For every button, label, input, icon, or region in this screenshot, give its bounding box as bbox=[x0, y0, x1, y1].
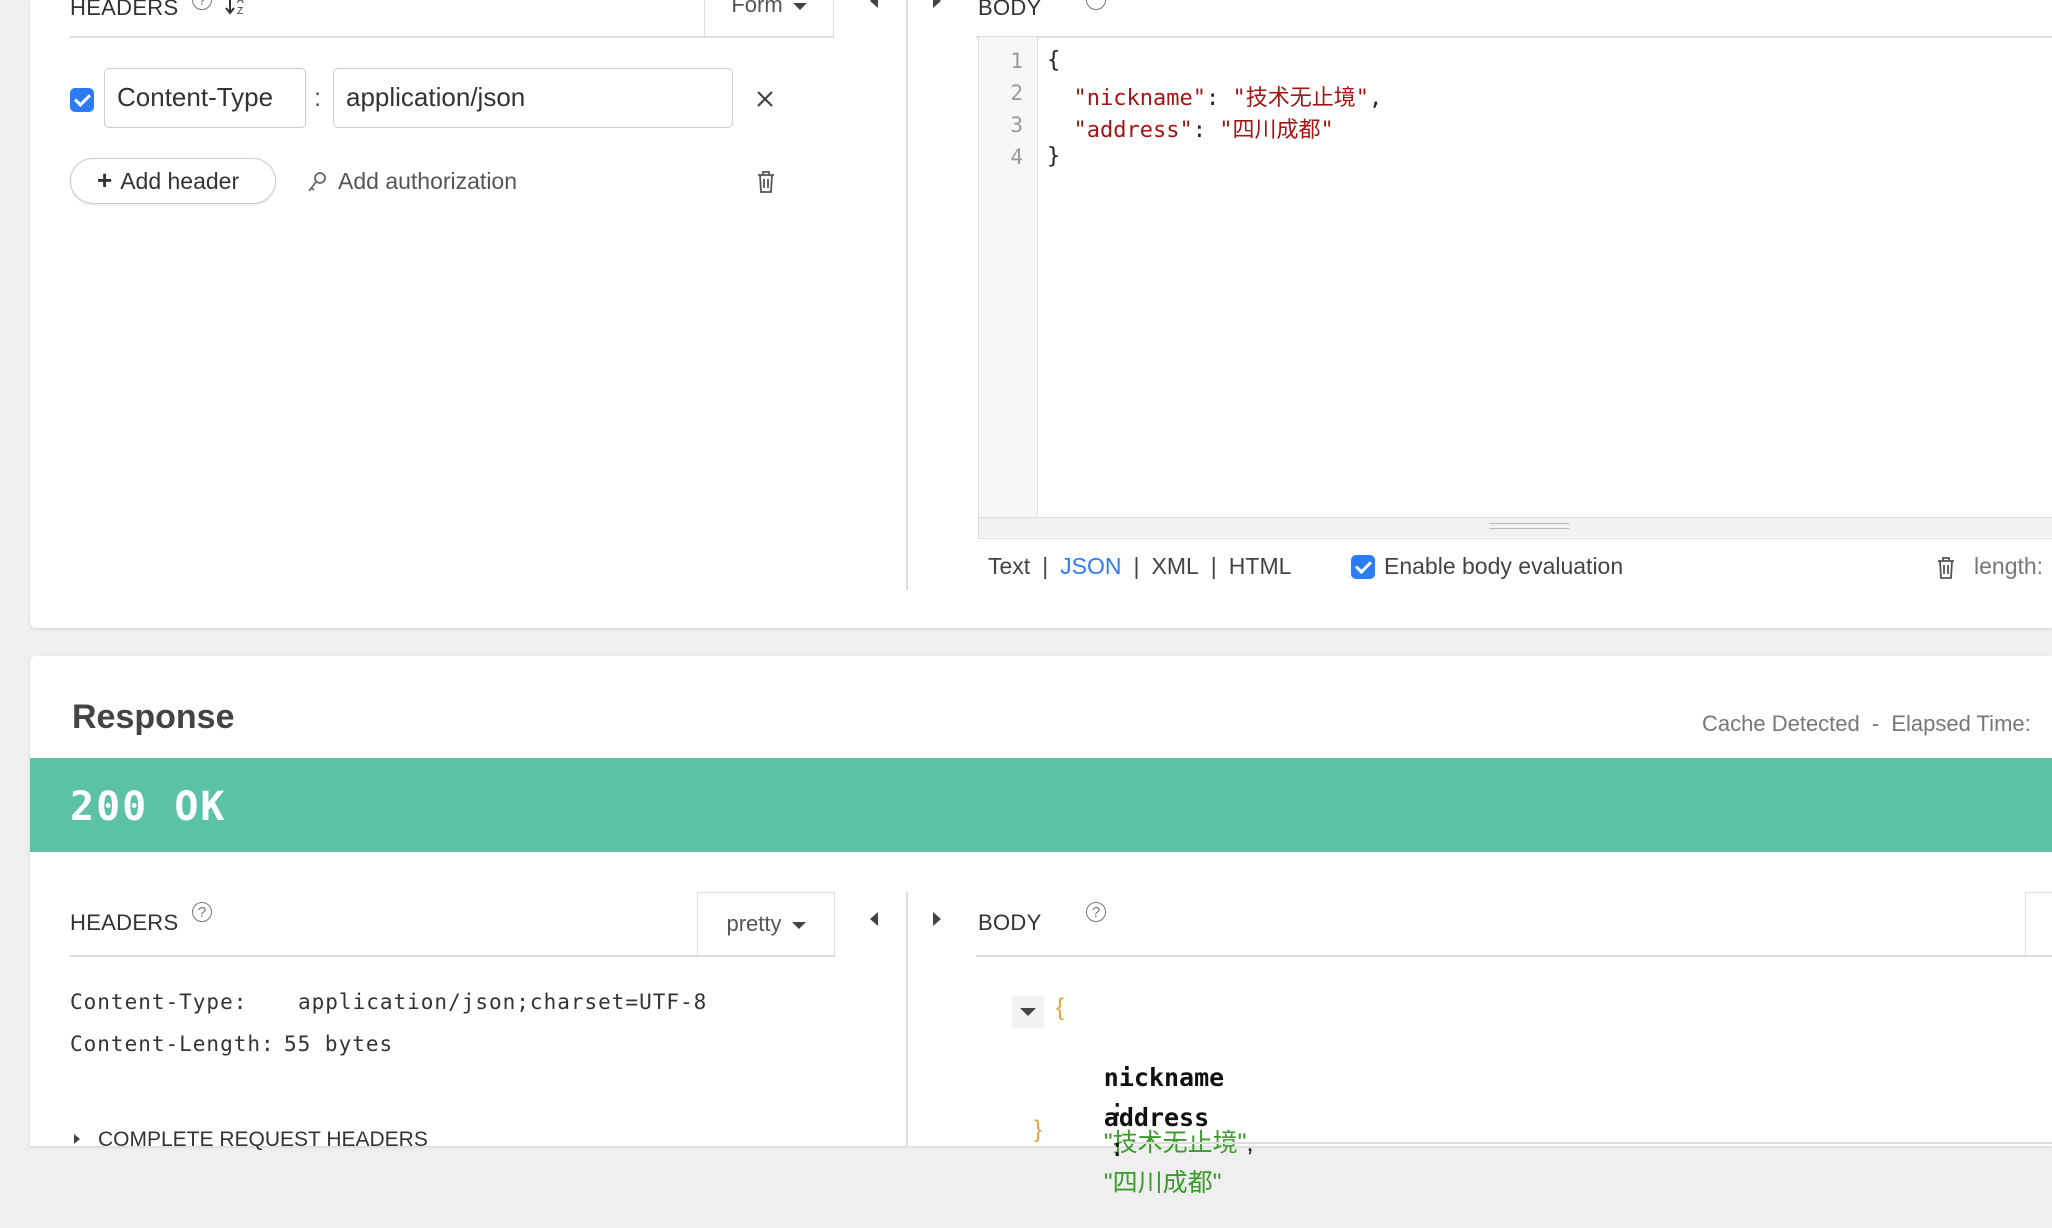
divider bbox=[976, 955, 2052, 957]
json-value: "四川成都" bbox=[1103, 1169, 1222, 1197]
add-authorization-label: Add authorization bbox=[338, 168, 518, 194]
format-xml[interactable]: XML bbox=[1152, 553, 1199, 579]
body-editor[interactable]: 1 2 3 4 { "nickname": "技术无止境", "address"… bbox=[978, 37, 2052, 539]
expand-right-icon[interactable] bbox=[933, 912, 941, 926]
code-line: "nickname": "技术无止境", bbox=[1073, 86, 1383, 111]
sort-az-icon[interactable]: ZA bbox=[224, 0, 250, 18]
resize-handle[interactable] bbox=[1489, 523, 1569, 529]
json-collapse-toggle[interactable] bbox=[1012, 996, 1044, 1028]
request-body-title: BODY bbox=[978, 0, 1042, 20]
json-colon: : bbox=[1109, 1133, 1125, 1162]
add-header-button[interactable]: + Add header bbox=[70, 158, 276, 204]
trash-icon[interactable] bbox=[756, 170, 776, 194]
enable-evaluation-checkbox[interactable] bbox=[1351, 555, 1375, 579]
code-line: } bbox=[1047, 144, 1061, 169]
divider bbox=[70, 36, 834, 38]
response-title: Response bbox=[72, 698, 235, 736]
response-card: Response Cache Detected - Elapsed Time: … bbox=[30, 656, 2052, 1197]
editor-resize-bar[interactable] bbox=[979, 517, 2052, 537]
line-number: 3 bbox=[1010, 113, 1023, 137]
status-bar: 200 OK bbox=[30, 758, 2052, 852]
help-icon[interactable]: ? bbox=[1086, 902, 1106, 922]
trash-icon[interactable] bbox=[1936, 556, 1956, 580]
header-name-field[interactable]: Content-Type bbox=[104, 68, 306, 128]
headers-view-select[interactable]: pretty bbox=[697, 892, 835, 956]
divider bbox=[1130, 1142, 2052, 1144]
headers-mode-select[interactable]: Form bbox=[704, 0, 834, 36]
help-icon[interactable]: ? bbox=[192, 902, 212, 922]
format-text[interactable]: Text bbox=[988, 553, 1030, 579]
header-name: Content-Type: bbox=[70, 990, 248, 1014]
response-header-line: Content-Length: 55 bytes bbox=[70, 1032, 393, 1056]
json-open-brace: { bbox=[1056, 994, 1065, 1021]
header-separator: : bbox=[314, 82, 322, 112]
enable-evaluation-label: Enable body evaluation bbox=[1384, 553, 1624, 579]
json-field: address : "四川成都" bbox=[1076, 1074, 1222, 1228]
add-authorization-button[interactable]: Add authorization bbox=[306, 166, 517, 196]
meta-dash: - bbox=[1871, 711, 1880, 736]
remove-header-icon[interactable] bbox=[754, 88, 776, 110]
response-headers-title: HEADERS bbox=[70, 910, 179, 935]
line-number: 2 bbox=[1010, 81, 1023, 105]
line-number: 4 bbox=[1010, 145, 1023, 169]
cache-detected-label: Cache Detected bbox=[1702, 711, 1860, 736]
request-card: HEADERS ? ZA Form Content-Type : applica… bbox=[30, 0, 2052, 628]
expand-right-icon[interactable] bbox=[933, 0, 941, 8]
headers-mode-label: Form bbox=[731, 0, 783, 17]
complete-request-headers-label: COMPLETE REQUEST HEADERS bbox=[98, 1128, 428, 1151]
response-meta: Cache Detected - Elapsed Time: bbox=[1702, 711, 2031, 737]
body-view-select[interactable] bbox=[2025, 892, 2052, 956]
help-icon[interactable]: ? bbox=[192, 0, 212, 10]
response-body-title: BODY bbox=[978, 910, 1042, 935]
complete-request-headers-toggle[interactable]: COMPLETE REQUEST HEADERS bbox=[74, 1128, 428, 1152]
json-key: address bbox=[1103, 1103, 1210, 1132]
collapse-left-icon[interactable] bbox=[870, 0, 878, 8]
format-json[interactable]: JSON bbox=[1060, 553, 1121, 579]
svg-text:Z: Z bbox=[237, 6, 243, 17]
add-header-label: Add header bbox=[120, 168, 240, 194]
header-value: application/json;charset=UTF-8 bbox=[298, 990, 708, 1014]
chevron-down-icon bbox=[792, 2, 807, 10]
code-line: "address": "四川成都" bbox=[1073, 118, 1334, 143]
elapsed-time-label: Elapsed Time: bbox=[1891, 711, 2031, 736]
svg-text:A: A bbox=[237, 0, 244, 6]
panel-divider bbox=[906, 892, 908, 1146]
header-value-field[interactable]: application/json bbox=[333, 68, 733, 128]
divider bbox=[70, 955, 835, 957]
format-bar: Text | JSON | XML | HTML bbox=[988, 553, 1292, 579]
header-name: Content-Length: bbox=[70, 1032, 275, 1056]
json-close-brace: } bbox=[1034, 1116, 1043, 1143]
expand-right-icon bbox=[74, 1134, 80, 1144]
header-enabled-checkbox[interactable] bbox=[70, 88, 94, 112]
request-headers-title: HEADERS bbox=[70, 0, 179, 20]
line-number: 1 bbox=[1010, 49, 1023, 73]
header-value: 55 bytes bbox=[284, 1032, 394, 1056]
format-html[interactable]: HTML bbox=[1229, 553, 1292, 579]
panel-divider bbox=[906, 0, 908, 590]
body-length: length: bbox=[1974, 553, 2044, 579]
response-header-line: Content-Type: application/json;charset=UT… bbox=[70, 990, 707, 1014]
code-line: { bbox=[1047, 48, 1061, 73]
headers-view-label: pretty bbox=[726, 911, 782, 936]
status-text: 200 OK bbox=[70, 784, 227, 830]
line-number-gutter bbox=[979, 37, 1038, 517]
chevron-down-icon bbox=[791, 921, 806, 929]
help-icon[interactable] bbox=[1086, 0, 1106, 10]
chevron-down-icon bbox=[1020, 1008, 1036, 1016]
collapse-left-icon[interactable] bbox=[870, 912, 878, 926]
plus-icon: + bbox=[97, 165, 113, 195]
key-icon bbox=[306, 170, 328, 196]
